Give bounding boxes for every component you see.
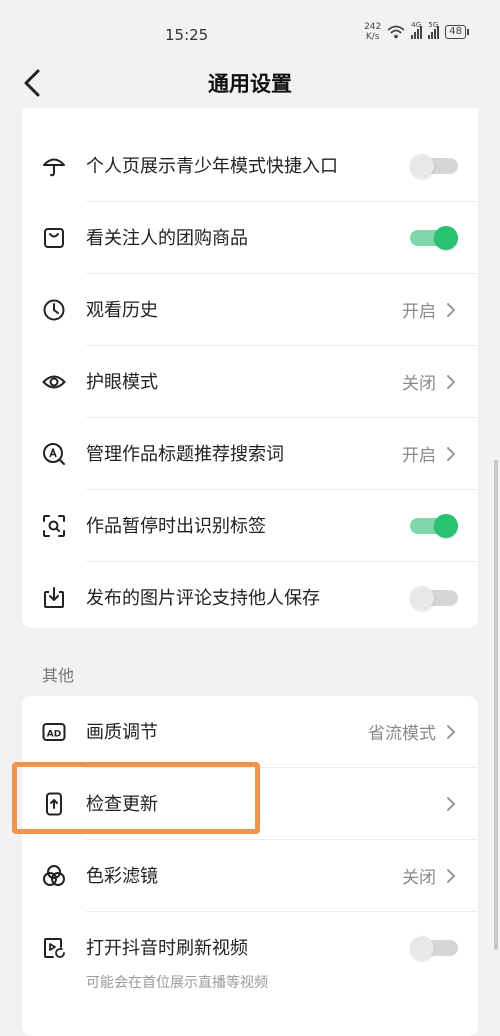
toggle-switch[interactable] xyxy=(410,154,458,178)
setting-label: 个人页展示青少年模式快捷入口 xyxy=(86,156,338,177)
setting-row-eye-care[interactable]: 护眼模式 关闭 xyxy=(22,346,478,418)
toggle-switch[interactable] xyxy=(410,586,458,610)
setting-row-refresh-video[interactable]: 打开抖音时刷新视频 可能会在首位展示直播等视频 xyxy=(22,912,478,1012)
setting-label: 色彩滤镜 xyxy=(86,866,158,887)
status-bar: 15:25 242 K/s 4G 5G 48 xyxy=(0,0,500,60)
settings-card: 个人页展示青少年模式快捷入口 看关注人的团购商品 观看历史 开启 护眼模式 关闭 xyxy=(22,108,478,628)
header: 通用设置 xyxy=(0,60,500,108)
ad-icon: AD xyxy=(42,723,66,741)
network-speed: 242 K/s xyxy=(364,22,382,42)
setting-row-color-filter[interactable]: 色彩滤镜 关闭 xyxy=(22,840,478,912)
battery-icon: 48 xyxy=(445,25,469,39)
setting-row-group-buy[interactable]: 看关注人的团购商品 xyxy=(22,202,478,274)
setting-label: 管理作品标题推荐搜索词 xyxy=(86,444,284,465)
setting-label: 打开抖音时刷新视频 xyxy=(86,938,248,959)
svg-text:AD: AD xyxy=(47,730,61,740)
eye-icon xyxy=(42,375,66,389)
scan-icon xyxy=(43,515,65,537)
setting-row-pause-recognition[interactable]: 作品暂停时出识别标签 xyxy=(22,490,478,562)
search-a-icon xyxy=(43,443,65,465)
chevron-right-icon xyxy=(447,797,456,811)
section-header-other: 其他 xyxy=(42,666,75,685)
setting-label: 作品暂停时出识别标签 xyxy=(86,516,266,537)
wifi-icon xyxy=(387,25,405,39)
setting-value: 开启 xyxy=(402,302,436,322)
chevron-right-icon xyxy=(447,447,456,461)
setting-label: 画质调节 xyxy=(86,722,158,743)
toggle-switch[interactable] xyxy=(410,936,458,960)
setting-label: 观看历史 xyxy=(86,300,158,321)
color-filter-icon xyxy=(43,865,65,886)
page-title: 通用设置 xyxy=(208,72,292,96)
clock-icon xyxy=(43,299,65,321)
signal-4g-icon: 4G xyxy=(411,21,423,39)
chevron-right-icon xyxy=(447,869,456,883)
setting-value: 关闭 xyxy=(402,868,436,888)
toggle-switch[interactable] xyxy=(410,514,458,538)
status-time: 15:25 xyxy=(165,26,209,44)
other-settings-card: AD 画质调节 省流模式 检查更新 色彩滤镜 关闭 打开抖音时刷新视频 可能会在… xyxy=(22,696,478,1036)
setting-row-teen-mode-entry[interactable]: 个人页展示青少年模式快捷入口 xyxy=(22,130,478,202)
setting-value: 关闭 xyxy=(402,374,436,394)
setting-label: 发布的图片评论支持他人保存 xyxy=(86,588,320,609)
chevron-right-icon xyxy=(447,725,456,739)
setting-row-search-words[interactable]: 管理作品标题推荐搜索词 开启 xyxy=(22,418,478,490)
scrollbar[interactable] xyxy=(494,460,498,950)
setting-value: 省流模式 xyxy=(368,724,436,744)
setting-subtitle: 可能会在首位展示直播等视频 xyxy=(86,975,268,991)
highlight-box xyxy=(12,762,260,834)
setting-label: 看关注人的团购商品 xyxy=(86,228,248,249)
shopping-bag-icon xyxy=(44,228,64,248)
umbrella-icon xyxy=(43,158,65,177)
status-icons: 242 K/s 4G 5G 48 xyxy=(364,21,469,42)
setting-row-image-comment-save[interactable]: 发布的图片评论支持他人保存 xyxy=(22,562,478,628)
signal-5g-icon: 5G xyxy=(428,21,440,39)
chevron-right-icon xyxy=(447,375,456,389)
setting-label: 护眼模式 xyxy=(86,372,158,393)
setting-row-video-quality[interactable]: AD 画质调节 省流模式 xyxy=(22,696,478,768)
download-icon xyxy=(44,587,64,608)
chevron-right-icon xyxy=(447,303,456,317)
setting-value: 开启 xyxy=(402,446,436,466)
setting-row-watch-history[interactable]: 观看历史 开启 xyxy=(22,274,478,346)
toggle-switch[interactable] xyxy=(410,226,458,250)
video-refresh-icon xyxy=(44,938,65,958)
